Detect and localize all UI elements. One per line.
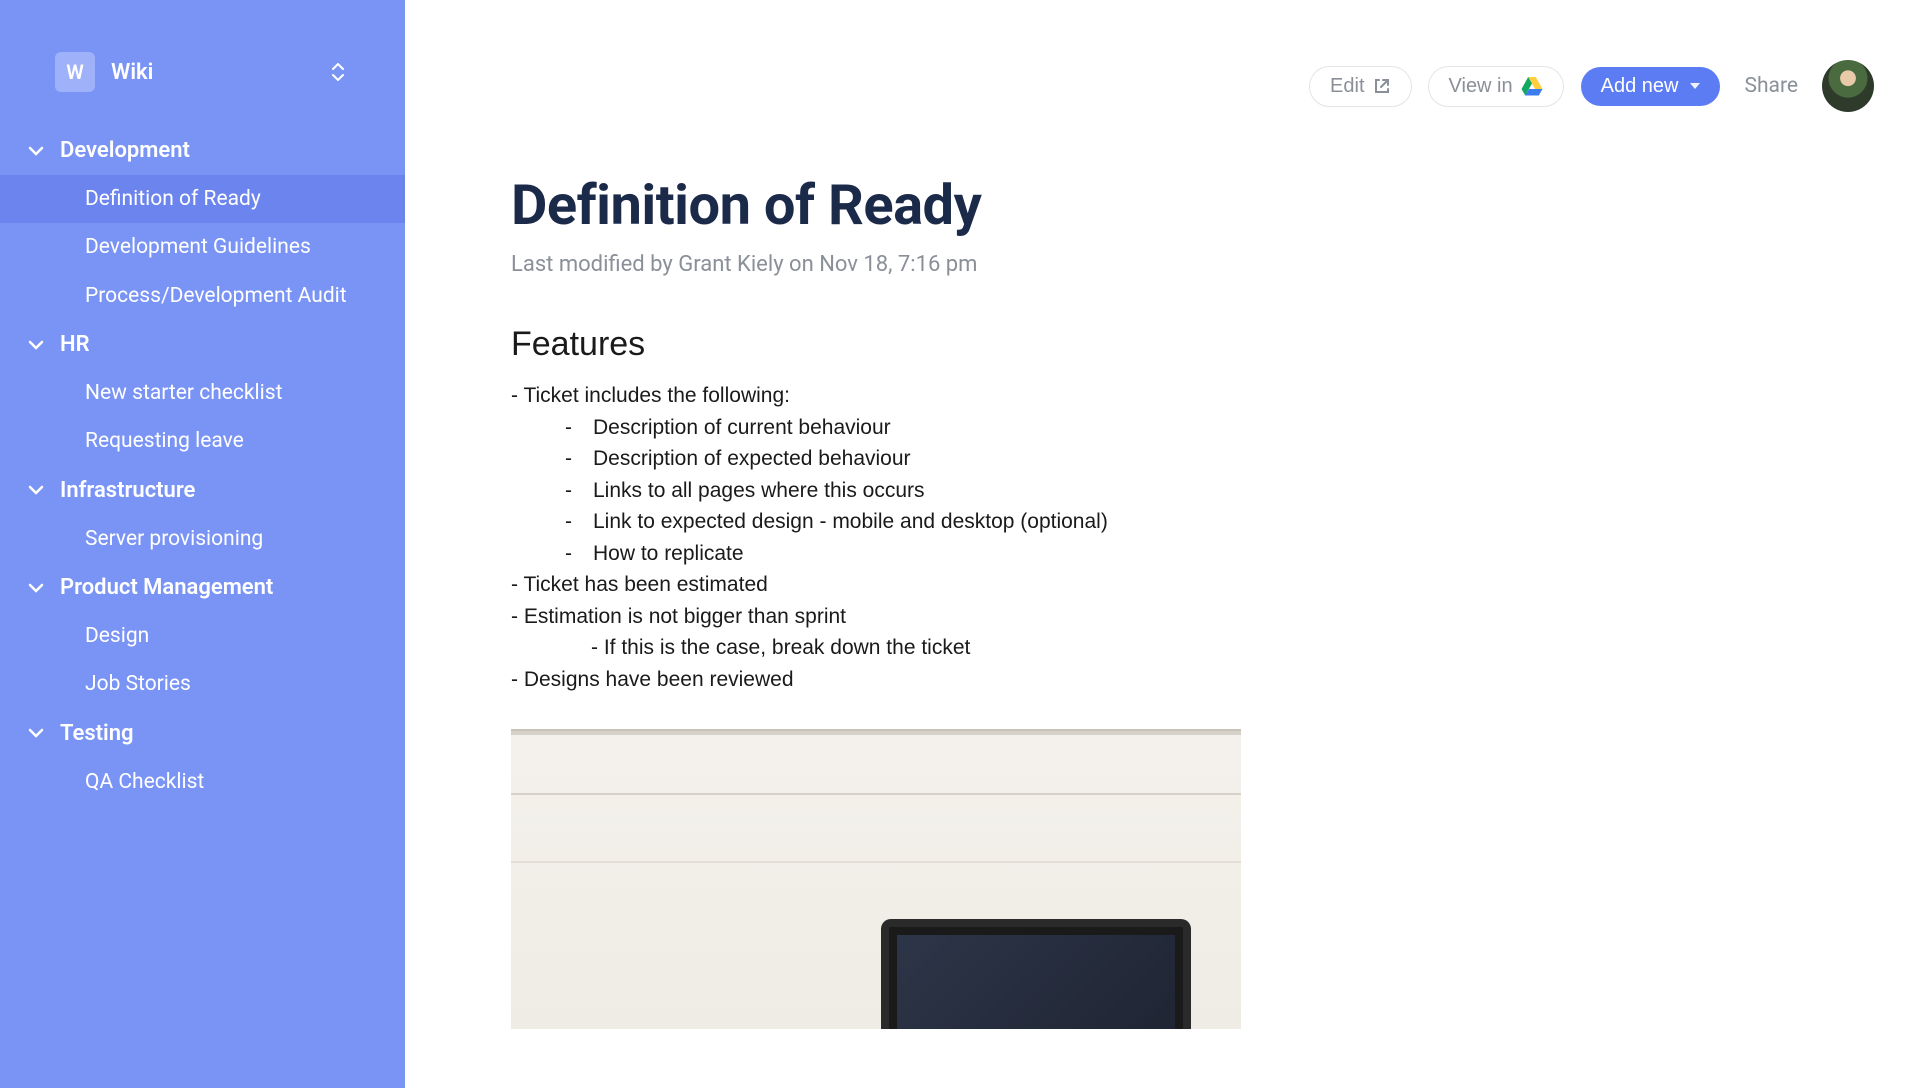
caret-down-icon <box>1690 83 1700 89</box>
nav-item-job-stories[interactable]: Job Stories <box>0 660 405 708</box>
body-line: Description of expected behaviour <box>511 443 1800 475</box>
nav-section-product-management[interactable]: Product Management <box>0 563 405 612</box>
main: Edit View in Add new Share Definition of… <box>405 0 1920 1088</box>
nav-item-requesting-leave[interactable]: Requesting leave <box>0 417 405 465</box>
add-new-label: Add new <box>1601 75 1679 98</box>
nav-item-server-provisioning[interactable]: Server provisioning <box>0 515 405 563</box>
chevron-down-icon <box>24 146 48 156</box>
nav-item-definition-of-ready[interactable]: Definition of Ready <box>0 175 405 223</box>
external-link-icon <box>1373 77 1391 95</box>
body-line: Link to expected design - mobile and des… <box>511 506 1800 538</box>
chevron-down-icon <box>24 728 48 738</box>
edit-label: Edit <box>1330 75 1364 98</box>
nav-section-infrastructure[interactable]: Infrastructure <box>0 466 405 515</box>
page-title: Definition of Ready <box>511 172 1800 238</box>
topbar: Edit View in Add new Share <box>405 0 1920 132</box>
share-link[interactable]: Share <box>1744 74 1798 98</box>
nav-section-label: Testing <box>60 721 134 746</box>
nav-item-new-starter-checklist[interactable]: New starter checklist <box>0 369 405 417</box>
nav-item-design[interactable]: Design <box>0 612 405 660</box>
wiki-badge: W <box>55 52 95 92</box>
chevron-down-icon <box>24 340 48 350</box>
add-new-button[interactable]: Add new <box>1581 67 1721 106</box>
chevron-down-icon <box>24 485 48 495</box>
section-heading-features: Features <box>511 325 1800 364</box>
nav-item-qa-checklist[interactable]: QA Checklist <box>0 758 405 806</box>
nav-item-process-development-audit[interactable]: Process/Development Audit <box>0 272 405 320</box>
nav-section-label: Infrastructure <box>60 478 195 503</box>
workspace-switcher-icon[interactable] <box>331 63 345 81</box>
body-line: - Estimation is not bigger than sprint <box>511 601 1800 633</box>
edit-button[interactable]: Edit <box>1310 67 1410 106</box>
nav: Development Definition of Ready Developm… <box>0 116 405 806</box>
nav-section-label: Product Management <box>60 575 273 600</box>
google-drive-icon <box>1521 76 1543 96</box>
body-line: - Ticket has been estimated <box>511 569 1800 601</box>
avatar[interactable] <box>1822 60 1874 112</box>
laptop-graphic <box>881 919 1191 1029</box>
body-line: - Designs have been reviewed <box>511 664 1800 696</box>
nav-section-label: HR <box>60 332 90 357</box>
last-modified: Last modified by Grant Kiely on Nov 18, … <box>511 252 1800 277</box>
view-in-drive-button[interactable]: View in <box>1429 67 1563 106</box>
content: Definition of Ready Last modified by Gra… <box>405 132 1920 1088</box>
body-line: - If this is the case, break down the ti… <box>511 632 1800 664</box>
document-body: - Ticket includes the following: Descrip… <box>511 380 1800 695</box>
nav-section-testing[interactable]: Testing <box>0 709 405 758</box>
nav-item-development-guidelines[interactable]: Development Guidelines <box>0 223 405 271</box>
nav-section-label: Development <box>60 138 190 163</box>
nav-section-development[interactable]: Development <box>0 126 405 175</box>
wiki-title: Wiki <box>111 60 153 85</box>
body-line: Links to all pages where this occurs <box>511 475 1800 507</box>
body-line: - Ticket includes the following: <box>511 380 1800 412</box>
chevron-down-icon <box>24 583 48 593</box>
sidebar: W Wiki Development Definition of Ready D… <box>0 0 405 1088</box>
body-line: How to replicate <box>511 538 1800 570</box>
sidebar-header: W Wiki <box>0 0 405 116</box>
body-line: Description of current behaviour <box>511 412 1800 444</box>
document-image <box>511 729 1241 1029</box>
nav-section-hr[interactable]: HR <box>0 320 405 369</box>
view-in-label: View in <box>1449 75 1513 98</box>
